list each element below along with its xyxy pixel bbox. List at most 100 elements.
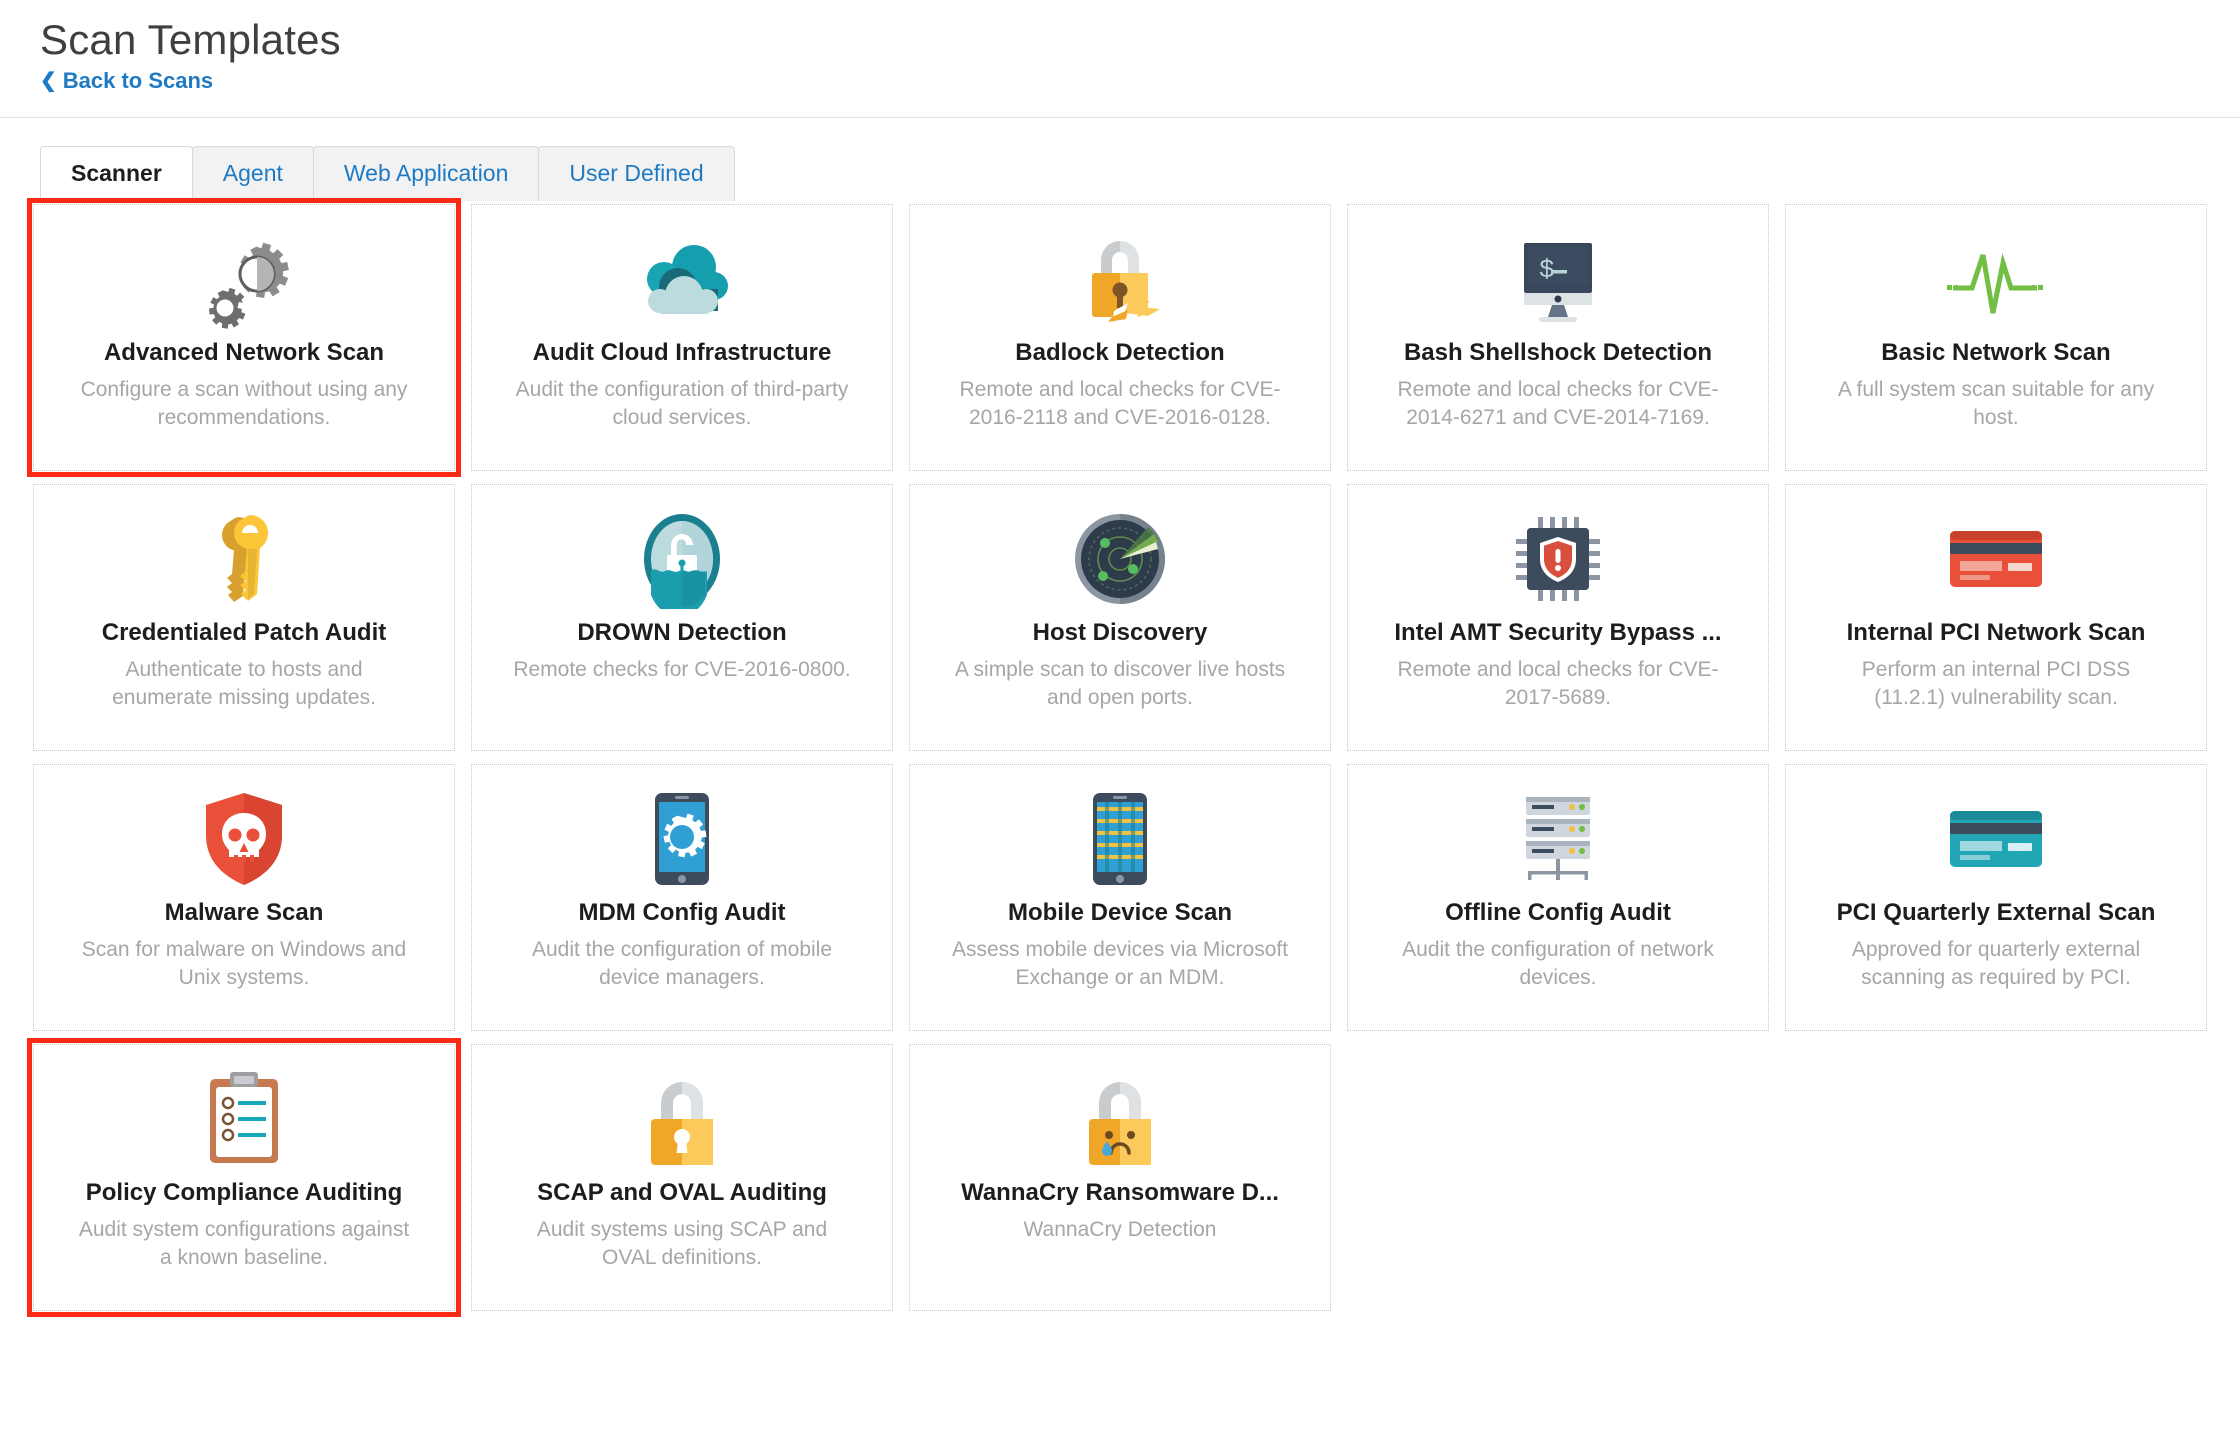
template-slot: Badlock Detection Remote and local checks… <box>909 204 1331 471</box>
template-description: Scan for malware on Windows and Unix sys… <box>81 937 407 989</box>
scan-template-card[interactable]: PCI Quarterly External Scan Approved for … <box>1785 764 2207 1031</box>
phone-grid-icon <box>926 787 1314 891</box>
tab-scanner[interactable]: Scanner <box>40 146 193 203</box>
phone-gear-icon <box>488 787 876 891</box>
template-slot: Host Discovery A simple scan to discover … <box>909 484 1331 751</box>
tab-label: Scanner <box>71 160 162 186</box>
template-slot: DROWN Detection Remote checks for CVE-201… <box>471 484 893 751</box>
template-slot: Malware Scan Scan for malware on Windows … <box>33 764 455 1031</box>
template-description: Assess mobile devices via Microsoft Exch… <box>951 937 1289 989</box>
cpu-shield-icon <box>1364 507 1752 611</box>
template-description: A simple scan to discover live hosts and… <box>954 657 1286 709</box>
tab-list: Scanner Agent Web Application User Defined <box>40 146 2240 203</box>
template-description: Remote and local checks for CVE-2014-627… <box>1397 377 1719 429</box>
broken-padlock-icon <box>926 227 1314 331</box>
template-title: Bash Shellshock Detection <box>1403 339 1713 366</box>
template-title: Basic Network Scan <box>1881 339 2111 366</box>
template-title: DROWN Detection <box>577 619 787 646</box>
back-to-scans-link[interactable]: ❮ Back to Scans <box>40 68 213 94</box>
padlock-yellow-icon <box>488 1067 876 1171</box>
terminal-monitor-icon: $ <box>1364 227 1752 331</box>
template-description: Remote and local checks for CVE-2017-568… <box>1397 657 1719 709</box>
template-slot: Intel AMT Security Bypass ... Remote and … <box>1347 484 1769 751</box>
template-title: Offline Config Audit <box>1445 899 1671 926</box>
page-title: Scan Templates <box>40 16 341 63</box>
page-header: Scan Templates ❮ Back to Scans <box>0 0 2240 118</box>
scan-template-card[interactable]: Basic Network Scan A full system scan sui… <box>1785 204 2207 471</box>
scan-template-card[interactable]: Audit Cloud Infrastructure Audit the conf… <box>471 204 893 471</box>
tab-label: Web Application <box>343 160 509 186</box>
scan-template-card[interactable]: MDM Config Audit Audit the configuration … <box>471 764 893 1031</box>
tabs-container: Scanner Agent Web Application User Defined <box>0 118 2240 203</box>
scan-template-card[interactable]: DROWN Detection Remote checks for CVE-201… <box>471 484 893 751</box>
template-description: Perform an internal PCI DSS (11.2.1) vul… <box>1861 657 2131 709</box>
back-to-scans-label: Back to Scans <box>62 68 214 94</box>
scan-template-card[interactable]: Malware Scan Scan for malware on Windows … <box>33 764 455 1031</box>
template-slot: WannaCry Ransomware D... WannaCry Detecti… <box>909 1044 1331 1311</box>
template-slot: Basic Network Scan A full system scan sui… <box>1785 204 2207 471</box>
scan-template-card[interactable]: Internal PCI Network Scan Perform an inte… <box>1785 484 2207 751</box>
scan-template-card[interactable]: Policy Compliance Auditing Audit system c… <box>33 1044 455 1311</box>
template-description: Audit the configuration of mobile device… <box>531 937 833 989</box>
highlighted-template-slot: Advanced Network Scan Configure a scan wi… <box>27 198 461 477</box>
scan-template-card[interactable]: Credentialed Patch Audit Authenticate to … <box>33 484 455 751</box>
template-slot: SCAP and OVAL Auditing Audit systems usin… <box>471 1044 893 1311</box>
clipboard-checklist-icon <box>50 1067 438 1171</box>
cloud-icon <box>488 227 876 331</box>
template-description: WannaCry Detection <box>1023 1217 1217 1241</box>
template-slot: Credentialed Patch Audit Authenticate to … <box>33 484 455 751</box>
scan-template-card[interactable]: Host Discovery A simple scan to discover … <box>909 484 1331 751</box>
scan-template-card[interactable]: Offline Config Audit Audit the configurat… <box>1347 764 1769 1031</box>
template-title: MDM Config Audit <box>578 899 786 926</box>
template-title: PCI Quarterly External Scan <box>1836 899 2156 926</box>
credit-card-teal-icon <box>1802 787 2190 891</box>
template-title: Policy Compliance Auditing <box>85 1179 403 1206</box>
template-description: Configure a scan without using any recom… <box>80 377 408 429</box>
gears-icon <box>50 227 438 331</box>
padlock-crying-icon <box>926 1067 1314 1171</box>
scan-template-card[interactable]: SCAP and OVAL Auditing Audit systems usin… <box>471 1044 893 1311</box>
template-description: Authenticate to hosts and enumerate miss… <box>112 657 376 709</box>
tab-label: Agent <box>222 160 283 186</box>
template-title: Credentialed Patch Audit <box>101 619 387 646</box>
template-slot: $ Bash Shellshock Detection Remote and lo… <box>1347 204 1769 471</box>
template-title: Internal PCI Network Scan <box>1846 619 2146 646</box>
template-title: Host Discovery <box>1032 619 1208 646</box>
highlighted-template-slot: Policy Compliance Auditing Audit system c… <box>27 1038 461 1317</box>
scan-template-grid: Advanced Network Scan Configure a scan wi… <box>0 196 2240 1317</box>
scan-template-card[interactable]: Advanced Network Scan Configure a scan wi… <box>33 204 455 471</box>
tab-agent[interactable]: Agent <box>191 146 314 202</box>
template-description: Remote checks for CVE-2016-0800. <box>513 657 851 681</box>
pulse-line-icon <box>1802 227 2190 331</box>
scan-template-card[interactable]: WannaCry Ransomware D... WannaCry Detecti… <box>909 1044 1331 1311</box>
tab-user-defined[interactable]: User Defined <box>538 146 735 202</box>
tab-label: User Defined <box>569 160 704 186</box>
template-title: WannaCry Ransomware D... <box>961 1179 1279 1206</box>
template-description: A full system scan suitable for any host… <box>1837 377 2155 429</box>
template-description: Audit the configuration of network devic… <box>1402 937 1714 989</box>
drowning-padlock-icon <box>488 507 876 611</box>
scan-template-card[interactable]: Intel AMT Security Bypass ... Remote and … <box>1347 484 1769 751</box>
template-title: Intel AMT Security Bypass ... <box>1394 619 1722 646</box>
keys-icon <box>50 507 438 611</box>
template-description: Remote and local checks for CVE-2016-211… <box>959 377 1281 429</box>
template-title: SCAP and OVAL Auditing <box>537 1179 827 1206</box>
skull-shield-icon <box>50 787 438 891</box>
template-description: Audit systems using SCAP and OVAL defini… <box>536 1217 828 1269</box>
radar-icon <box>926 507 1314 611</box>
template-title: Advanced Network Scan <box>103 339 385 366</box>
template-slot: Audit Cloud Infrastructure Audit the conf… <box>471 204 893 471</box>
template-description: Audit system configurations against a kn… <box>78 1217 410 1269</box>
template-slot: Offline Config Audit Audit the configurat… <box>1347 764 1769 1031</box>
tab-web-application[interactable]: Web Application <box>312 146 540 202</box>
template-slot: Internal PCI Network Scan Perform an inte… <box>1785 484 2207 751</box>
template-title: Audit Cloud Infrastructure <box>532 339 832 366</box>
template-description: Approved for quarterly external scanning… <box>1851 937 2141 989</box>
scan-template-card[interactable]: Mobile Device Scan Assess mobile devices … <box>909 764 1331 1031</box>
credit-card-orange-icon <box>1802 507 2190 611</box>
scan-template-card[interactable]: Badlock Detection Remote and local checks… <box>909 204 1331 471</box>
scan-template-card[interactable]: $ Bash Shellshock Detection Remote and lo… <box>1347 204 1769 471</box>
template-title: Malware Scan <box>164 899 324 926</box>
template-slot: MDM Config Audit Audit the configuration … <box>471 764 893 1031</box>
server-stack-icon <box>1364 787 1752 891</box>
